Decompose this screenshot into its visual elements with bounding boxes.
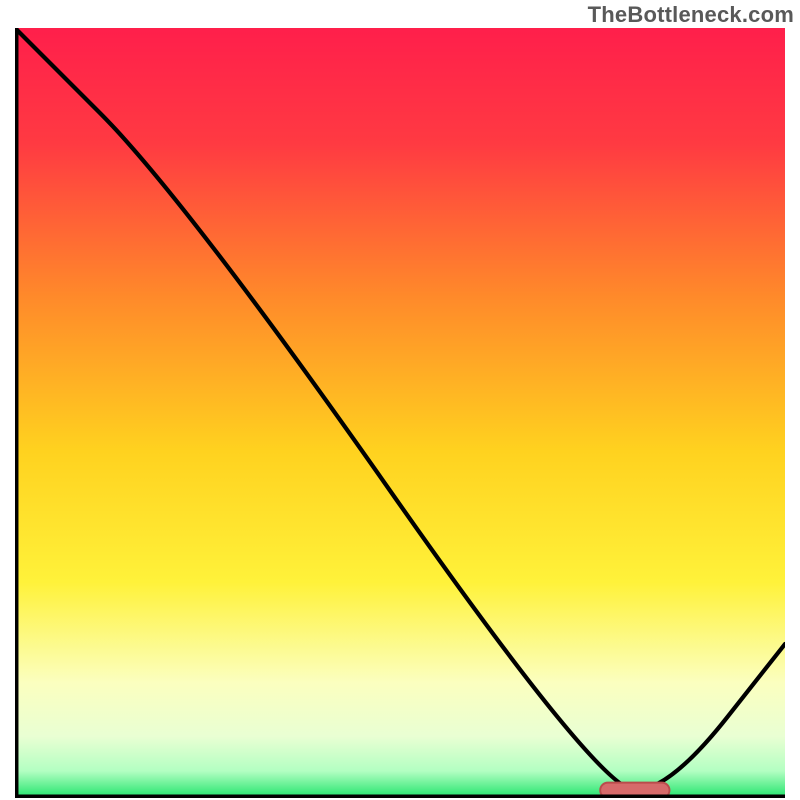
chart-stage: TheBottleneck.com bbox=[0, 0, 800, 800]
axis-border bbox=[15, 28, 785, 798]
watermark-text: TheBottleneck.com bbox=[588, 2, 794, 28]
plot-area bbox=[15, 28, 785, 785]
